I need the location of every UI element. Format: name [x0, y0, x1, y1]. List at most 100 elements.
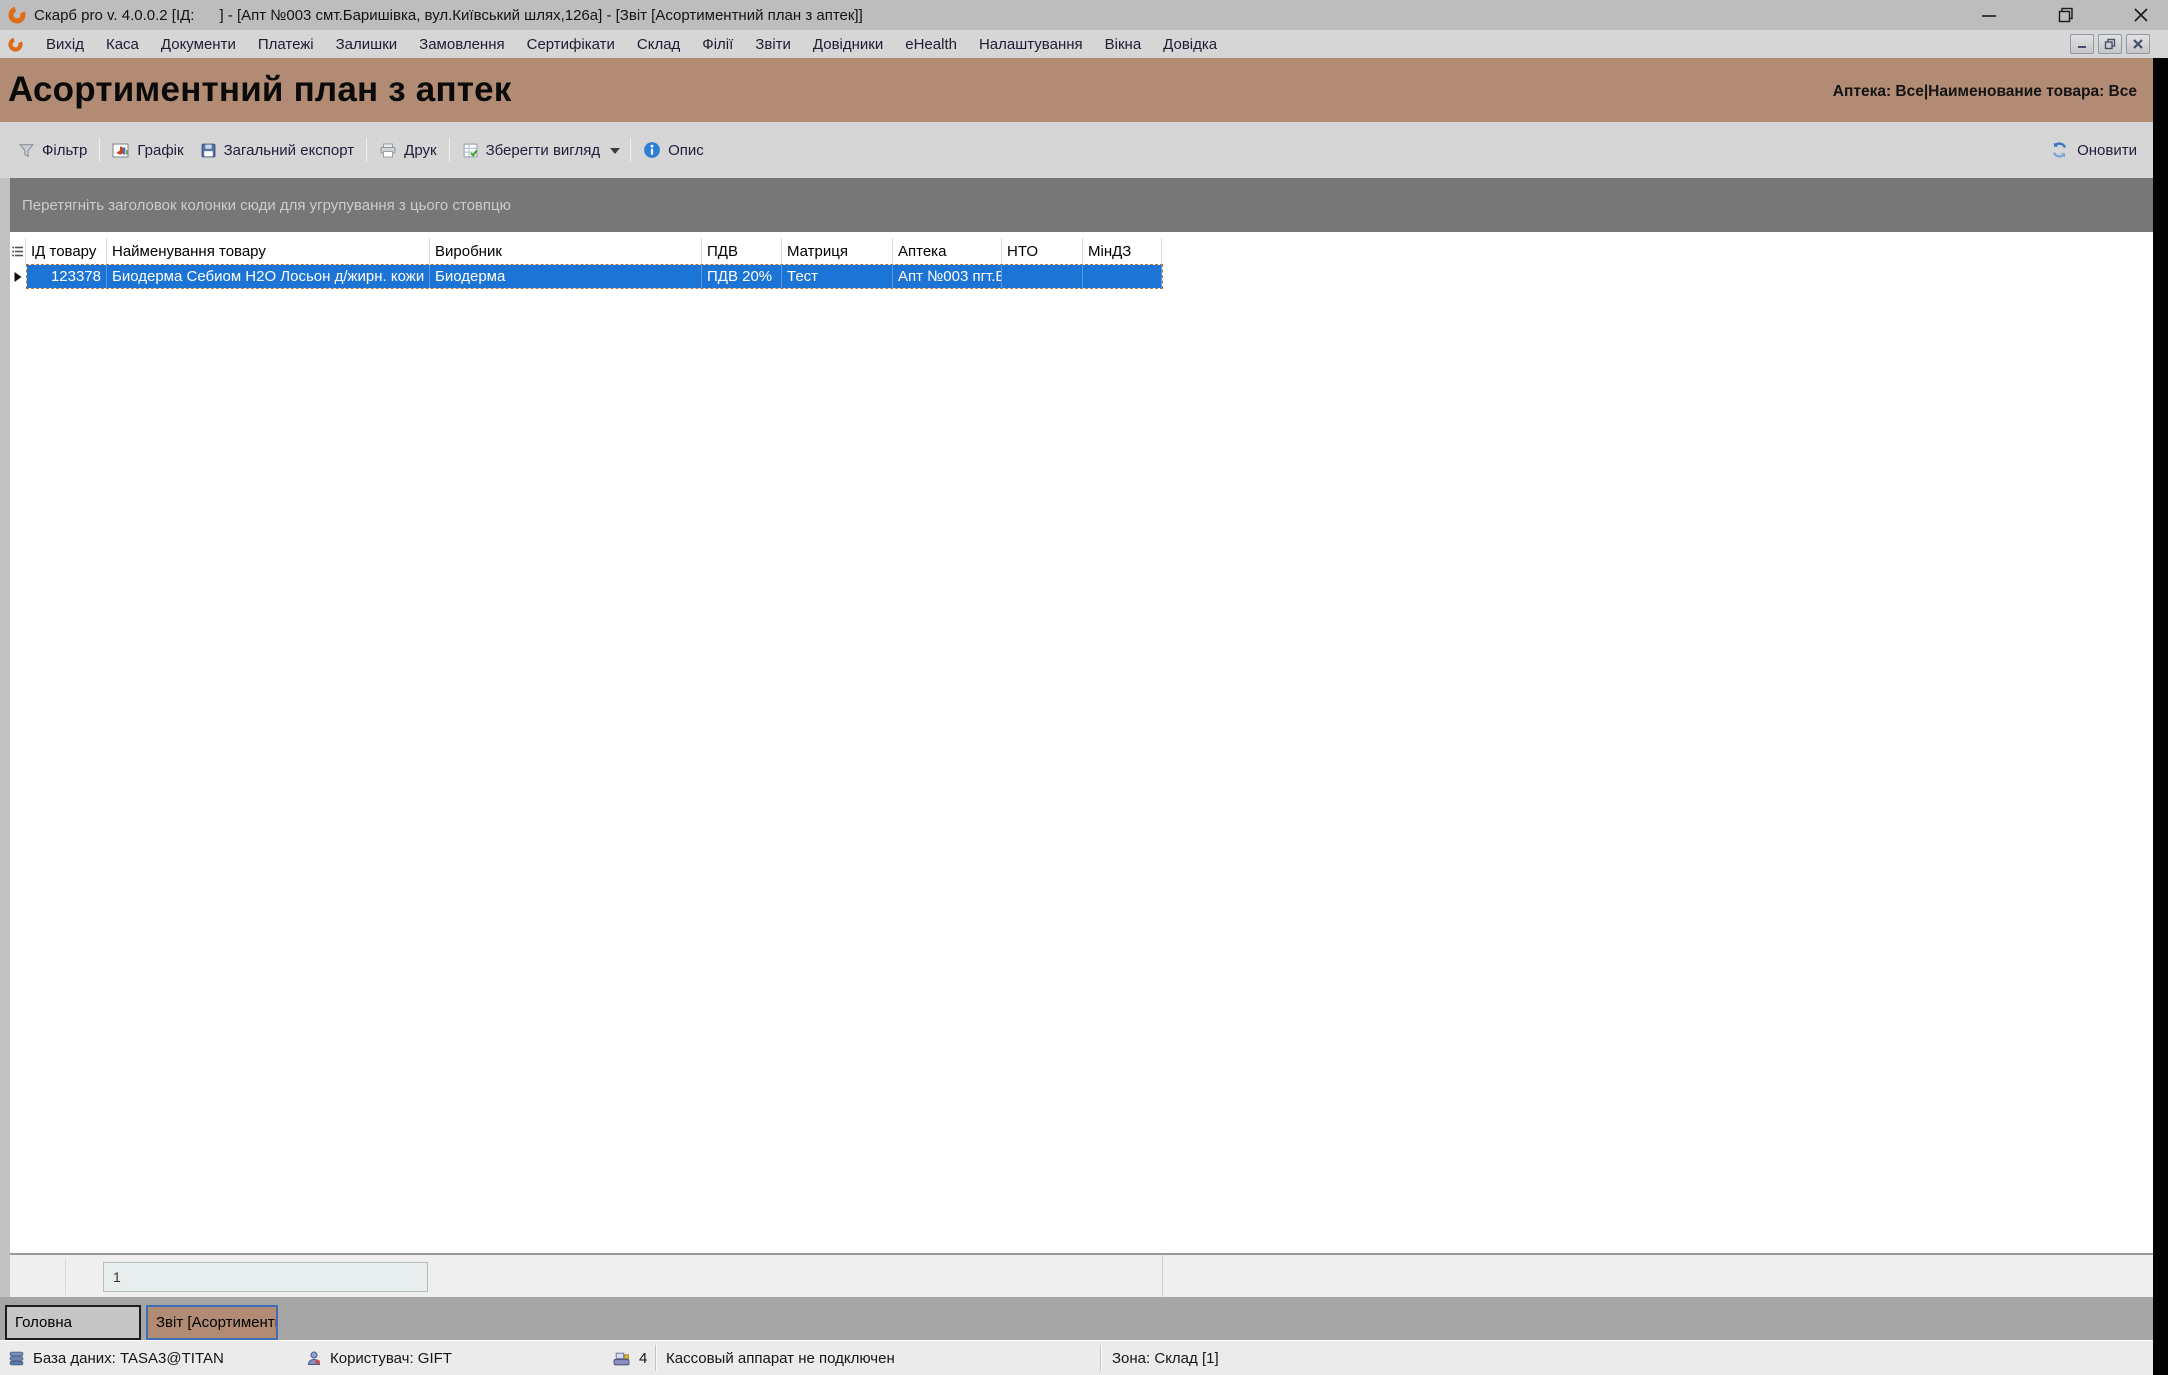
- tab-home-label: Головна: [15, 1314, 72, 1331]
- column-header-id[interactable]: ІД товару: [26, 238, 107, 264]
- row-arrow-icon: [13, 271, 23, 283]
- close-button[interactable]: [2124, 0, 2158, 30]
- status-separator: [655, 1345, 657, 1371]
- mdi-restore-button[interactable]: [2098, 34, 2122, 54]
- cell-vat[interactable]: ПДВ 20%: [702, 265, 782, 288]
- mdi-minimize-button[interactable]: [2070, 34, 2094, 54]
- menu-item-reports[interactable]: Звіти: [744, 32, 802, 57]
- toolbar-separator: [99, 138, 100, 162]
- export-icon: [200, 142, 217, 159]
- grid-header-row: ІД товару Найменування товару Виробник П…: [10, 238, 2153, 264]
- chart-label: Графік: [137, 142, 183, 159]
- menu-item-documents[interactable]: Документи: [150, 32, 247, 57]
- refresh-button[interactable]: Оновити: [2050, 134, 2137, 166]
- menu-item-stock[interactable]: Залишки: [325, 32, 409, 57]
- group-by-panel[interactable]: Перетягніть заголовок колонки сюди для у…: [10, 178, 2153, 232]
- zone-label: Зона: Склад [1]: [1112, 1350, 1219, 1367]
- menu-item-payments[interactable]: Платежі: [247, 32, 325, 57]
- cell-pharmacy[interactable]: Апт №003 пгт.Бар: [893, 265, 1002, 288]
- restore-button[interactable]: [2049, 0, 2083, 30]
- cell-id[interactable]: 123378: [27, 265, 107, 288]
- page-title: Асортиментний план з аптек: [8, 70, 512, 110]
- table-row[interactable]: 123378 Биодерма Себиом H2O Лосьон д/жирн…: [10, 264, 2153, 289]
- column-header-nto[interactable]: НТО: [1002, 238, 1083, 264]
- app-logo-icon: [8, 6, 26, 24]
- description-button[interactable]: Опис: [635, 137, 712, 163]
- tab-report-label: Звіт [Асортиментний ...: [156, 1314, 278, 1331]
- cell-matrix[interactable]: Тест: [782, 265, 893, 288]
- mdi-child-icon: [8, 37, 23, 52]
- footer-divider: [65, 1259, 66, 1295]
- cell-nto[interactable]: [1002, 265, 1083, 288]
- grid-container: Перетягніть заголовок колонки сюди для у…: [0, 178, 2153, 1297]
- menu-item-ehealth[interactable]: eHealth: [894, 32, 968, 57]
- column-header-vat[interactable]: ПДВ: [702, 238, 782, 264]
- footer-edge: [1162, 1255, 1163, 1297]
- cash-register-status-label: Кассовый аппарат не подключен: [666, 1350, 895, 1367]
- menu-item-windows[interactable]: Вікна: [1094, 32, 1153, 57]
- database-status: База даних: TASA3@TITAN: [8, 1341, 224, 1375]
- app-window: Скарб pro v. 4.0.0.2 [ІД: ] - [Апт №003 …: [0, 0, 2168, 1375]
- print-icon: [379, 142, 397, 159]
- cell-producer[interactable]: Биодерма: [430, 265, 702, 288]
- save-view-icon: [462, 142, 479, 159]
- column-header-producer[interactable]: Виробник: [430, 238, 702, 264]
- user-status: Користувач: GIFT: [306, 1341, 452, 1375]
- refresh-icon: [2050, 141, 2069, 159]
- menu-item-cash[interactable]: Каса: [95, 32, 150, 57]
- tab-report[interactable]: Звіт [Асортиментний ...: [146, 1305, 278, 1340]
- user-label: Користувач: GIFT: [330, 1350, 452, 1367]
- title-bar: Скарб pro v. 4.0.0.2 [ІД: ] - [Апт №003 …: [0, 0, 2168, 30]
- horizontal-scrollbar[interactable]: 1: [103, 1262, 428, 1292]
- group-by-hint: Перетягніть заголовок колонки сюди для у…: [22, 197, 511, 214]
- cash-register-icon: [612, 1350, 631, 1367]
- cash-register-count-value: 4: [639, 1350, 647, 1367]
- toolbar-separator: [449, 138, 450, 162]
- menu-item-settings[interactable]: Налаштування: [968, 32, 1094, 57]
- menu-item-branches[interactable]: Філії: [691, 32, 744, 57]
- column-header-mindz[interactable]: МінДЗ: [1083, 238, 1162, 264]
- cell-mindz[interactable]: [1083, 265, 1162, 288]
- menu-item-warehouse[interactable]: Склад: [626, 32, 691, 57]
- toolbar-separator: [630, 138, 631, 162]
- database-icon: [8, 1350, 25, 1367]
- tab-home[interactable]: Головна: [5, 1305, 141, 1340]
- column-header-matrix[interactable]: Матриця: [782, 238, 893, 264]
- toolbar-separator: [366, 138, 367, 162]
- cash-register-count: 4: [612, 1341, 647, 1375]
- print-button[interactable]: Друк: [371, 138, 444, 163]
- column-chooser-icon: [12, 246, 23, 257]
- mdi-close-button[interactable]: [2126, 34, 2150, 54]
- filter-button[interactable]: Фільтр: [10, 138, 95, 163]
- right-edge-strip: [2153, 58, 2168, 1375]
- export-button[interactable]: Загальний експорт: [192, 138, 363, 163]
- report-header: Асортиментний план з аптек Аптека: Все|Н…: [0, 58, 2153, 122]
- menu-items: Вихід Каса Документи Платежі Залишки Зам…: [35, 32, 1228, 57]
- cash-register-status: Кассовый аппарат не подключен: [666, 1341, 895, 1375]
- selected-row-cells: 123378 Биодерма Себиом H2O Лосьон д/жирн…: [26, 264, 1163, 289]
- filter-label: Фільтр: [42, 142, 87, 159]
- tab-strip: Головна Звіт [Асортиментний ...: [0, 1297, 2153, 1340]
- minimize-button[interactable]: [1972, 0, 2006, 30]
- data-grid: ІД товару Найменування товару Виробник П…: [10, 232, 2153, 1253]
- page-number: 1: [113, 1269, 121, 1285]
- menu-item-orders[interactable]: Замовлення: [408, 32, 515, 57]
- menu-item-help[interactable]: Довідка: [1152, 32, 1228, 57]
- menu-item-directories[interactable]: Довідники: [802, 32, 894, 57]
- print-label: Друк: [404, 142, 436, 159]
- filter-icon: [18, 142, 35, 159]
- chart-icon: [112, 142, 130, 159]
- column-header-pharmacy[interactable]: Аптека: [893, 238, 1002, 264]
- menu-item-exit[interactable]: Вихід: [35, 32, 95, 57]
- column-header-name[interactable]: Найменування товару: [107, 238, 430, 264]
- mdi-window-controls: [2070, 34, 2150, 54]
- status-separator: [1100, 1345, 1102, 1371]
- cell-name[interactable]: Биодерма Себиом H2O Лосьон д/жирн. кожи …: [107, 265, 430, 288]
- save-view-button[interactable]: Зберегти вигляд: [454, 138, 609, 163]
- menu-item-certificates[interactable]: Сертифікати: [516, 32, 626, 57]
- save-view-label: Зберегти вигляд: [486, 142, 601, 159]
- chart-button[interactable]: Графік: [104, 138, 191, 163]
- save-view-dropdown-icon[interactable]: [610, 148, 620, 154]
- menu-bar: Вихід Каса Документи Платежі Залишки Зам…: [0, 30, 2168, 58]
- column-chooser-button[interactable]: [10, 238, 26, 264]
